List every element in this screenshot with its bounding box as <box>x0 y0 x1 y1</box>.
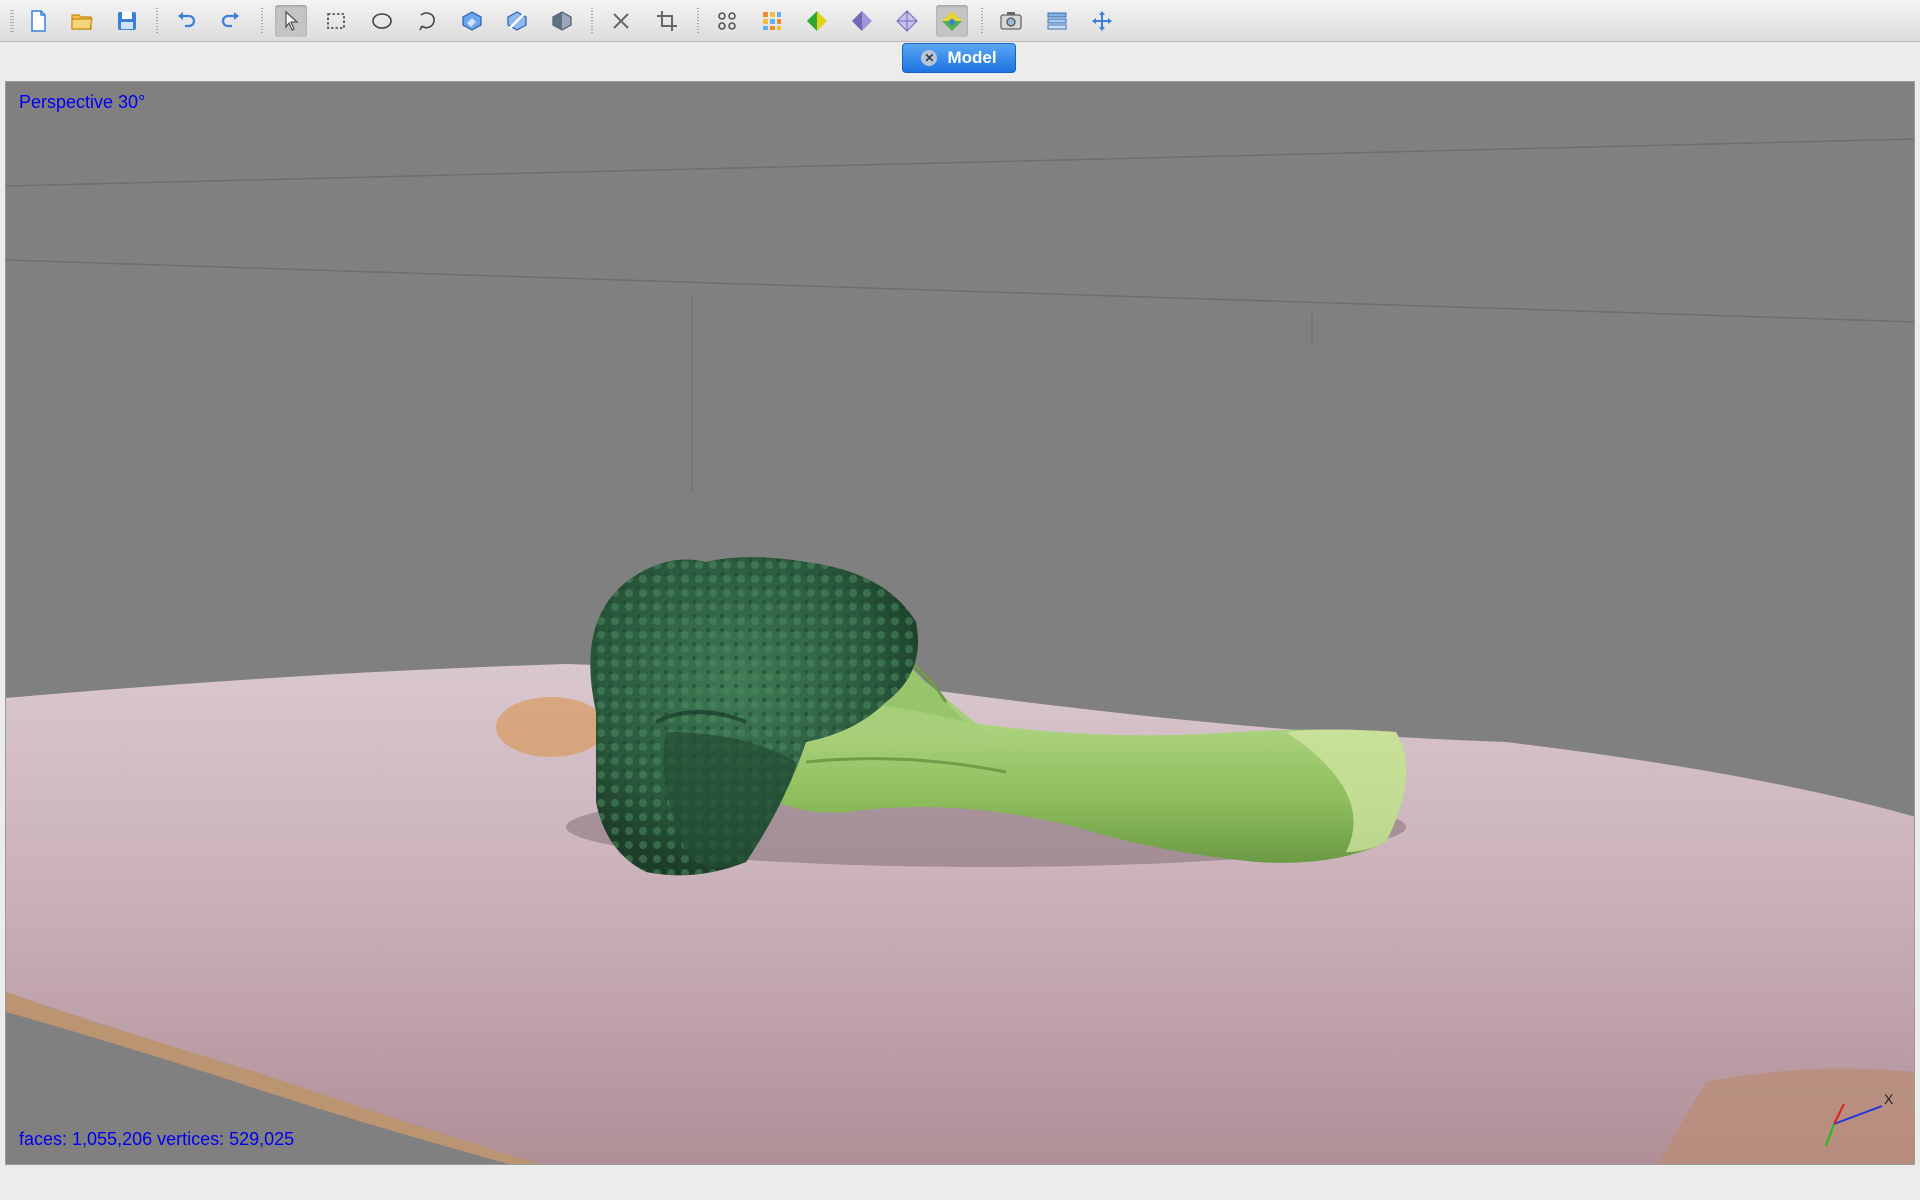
layers-icon <box>1047 12 1067 30</box>
wireframe-shape-icon <box>896 10 918 32</box>
invert-select-icon <box>552 11 572 31</box>
rectangle-select-button[interactable] <box>320 5 352 37</box>
points-view-icon <box>718 12 736 30</box>
delete-button[interactable] <box>605 5 637 37</box>
camera-icon <box>1000 12 1022 30</box>
grid-view-button[interactable] <box>756 5 788 37</box>
undo-button[interactable] <box>170 5 202 37</box>
redo-button[interactable] <box>215 5 247 37</box>
close-icon[interactable]: ✕ <box>921 50 938 66</box>
main-toolbar <box>0 0 1920 42</box>
3d-viewport[interactable]: Perspective 30° faces: 1,055,206 vertice… <box>5 81 1915 1165</box>
points-view-button[interactable] <box>711 5 743 37</box>
lasso-select-button[interactable] <box>411 5 443 37</box>
save-button[interactable] <box>111 5 143 37</box>
undo-icon <box>178 12 196 28</box>
mesh-stats-label: faces: 1,055,206 vertices: 529,025 <box>19 1129 295 1149</box>
invert-select-button[interactable] <box>546 5 578 37</box>
brush-deselect-icon <box>507 11 527 31</box>
texture-view-button[interactable] <box>936 5 968 37</box>
wireframe-view-button[interactable] <box>891 5 923 37</box>
projection-label: Perspective 30° <box>19 92 146 112</box>
new-file-button[interactable] <box>22 5 54 37</box>
pointer-icon <box>285 10 299 31</box>
toolbar-separator <box>156 8 158 34</box>
document-tab-bar: ✕ Model <box>0 43 1920 79</box>
redo-icon <box>221 12 239 28</box>
axis-label-x: X <box>1884 1091 1894 1107</box>
toolbar-separator <box>697 8 699 34</box>
brush-select-button[interactable] <box>456 5 488 37</box>
tab-model-label: Model <box>947 48 997 67</box>
toolbar-grip[interactable] <box>10 10 14 32</box>
layers-button[interactable] <box>1041 5 1073 37</box>
delete-icon <box>613 13 629 29</box>
crop-icon <box>657 11 677 31</box>
solid-shape-icon <box>807 11 827 31</box>
ellipse-select-button[interactable] <box>366 5 398 37</box>
flat-shape-icon <box>852 11 872 31</box>
brush-deselect-button[interactable] <box>501 5 533 37</box>
3d-model-render <box>6 138 1914 1164</box>
status-bar <box>0 1168 1920 1200</box>
toolbar-separator <box>261 8 263 34</box>
axis-gizmo-icon: X <box>1825 1091 1894 1147</box>
save-icon <box>118 12 136 30</box>
flat-view-button[interactable] <box>846 5 878 37</box>
toolbar-separator <box>981 8 983 34</box>
solid-view-button[interactable] <box>801 5 833 37</box>
rectangle-select-icon <box>327 13 345 29</box>
ellipse-select-icon <box>372 13 392 29</box>
move-arrows-icon <box>1092 11 1112 31</box>
toolbar-separator <box>591 8 593 34</box>
open-folder-icon <box>71 14 93 30</box>
grid-view-icon <box>763 12 781 30</box>
new-file-icon <box>31 10 46 32</box>
tab-model[interactable]: ✕ Model <box>902 43 1016 73</box>
crop-button[interactable] <box>651 5 683 37</box>
open-folder-button[interactable] <box>66 5 98 37</box>
snapshot-button[interactable] <box>995 5 1027 37</box>
lasso-select-icon <box>419 12 435 31</box>
select-pointer-button[interactable] <box>275 5 307 37</box>
texture-shape-icon <box>942 11 962 31</box>
move-button[interactable] <box>1086 5 1118 37</box>
brush-select-icon <box>462 11 482 31</box>
